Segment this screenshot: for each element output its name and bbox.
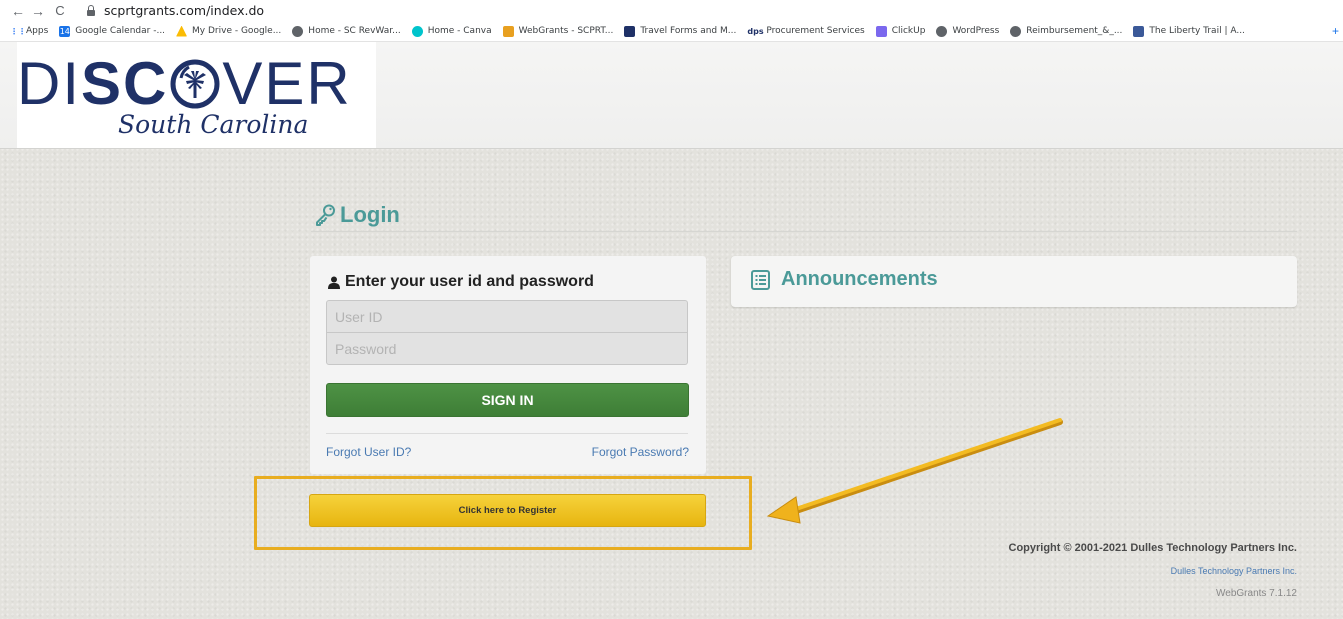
forward-arrow-icon[interactable]: → <box>28 3 48 19</box>
travel-icon <box>624 25 636 37</box>
bookmark-item[interactable]: Home - Canva <box>411 25 492 37</box>
bookmark-item[interactable]: My Drive - Google... <box>176 25 282 37</box>
apps-grid-icon: ⋮⋮ <box>10 26 26 36</box>
login-panel: Enter your user id and password SIGN IN … <box>310 256 706 474</box>
bookmark-label: Apps <box>26 26 49 36</box>
login-panel-heading: Enter your user id and password <box>328 273 594 291</box>
forgot-user-id-link[interactable]: Forgot User ID? <box>326 445 411 459</box>
password-input[interactable] <box>326 332 688 365</box>
bookmark-item[interactable]: WebGrants - SCPRT... <box>502 25 614 37</box>
bookmark-label: The Liberty Trail | A... <box>1149 26 1245 36</box>
calendar-icon: 14 <box>59 25 71 37</box>
bookmark-label: Home - Canva <box>427 26 492 36</box>
bookmark-item[interactable]: The Liberty Trail | A... <box>1133 25 1245 37</box>
bookmark-item[interactable]: 14 Google Calendar -... <box>59 25 166 37</box>
globe-icon <box>936 25 948 37</box>
bookmark-label: Reimbursement_&_... <box>1026 26 1123 36</box>
reload-icon[interactable]: C <box>50 3 70 18</box>
logo-wordmark: DI SC VER <box>17 54 352 114</box>
user-id-input[interactable] <box>326 300 688 333</box>
bookmark-label: Google Calendar -... <box>75 26 166 36</box>
bookmark-label: WebGrants - SCPRT... <box>518 26 614 36</box>
login-heading: Login <box>313 202 400 228</box>
company-link[interactable]: Dulles Technology Partners Inc. <box>1171 566 1297 576</box>
more-bookmarks-icon[interactable]: + <box>1332 24 1339 38</box>
bookmark-label: Home - SC RevWar... <box>308 26 401 36</box>
dps-icon: dps <box>747 26 764 36</box>
globe-icon <box>292 25 304 37</box>
heading-divider <box>311 231 1297 232</box>
logo-text-part-2: SC <box>81 50 169 117</box>
bookmarks-bar: ⋮⋮ Apps 14 Google Calendar -... My Drive - G… <box>0 21 1343 42</box>
login-title-text: Login <box>340 202 400 227</box>
canva-icon <box>411 25 423 37</box>
page-body: DI SC VER South Carolina Login Enter you… <box>0 42 1343 619</box>
address-bar-url: scprtgrants.com/index.do <box>104 3 265 18</box>
bookmark-label: Procurement Services <box>766 26 865 36</box>
announcements-heading: Announcements <box>751 268 938 291</box>
webgrants-icon <box>502 25 514 37</box>
announcements-title: Announcements <box>781 268 938 290</box>
clickup-icon <box>875 25 887 37</box>
bookmark-item[interactable]: ClickUp <box>875 25 926 37</box>
logo-subtitle: South Carolina <box>118 110 309 139</box>
sign-in-button[interactable]: SIGN IN <box>326 383 689 417</box>
palmetto-moon-icon <box>170 59 220 109</box>
bookmark-item[interactable]: dps Procurement Services <box>747 26 864 37</box>
drive-icon <box>176 25 188 37</box>
list-document-icon <box>751 269 770 290</box>
login-panel-heading-text: Enter your user id and password <box>345 273 594 290</box>
version-text: WebGrants 7.1.12 <box>1216 588 1297 599</box>
key-icon <box>316 204 335 226</box>
bookmark-item[interactable]: ⋮⋮ Apps <box>10 26 48 37</box>
announcements-panel: Announcements <box>731 256 1297 307</box>
bookmark-item[interactable]: WordPress <box>936 25 1000 37</box>
bookmark-item[interactable]: Home - SC RevWar... <box>292 25 401 37</box>
logo-text-part-3: VER <box>222 50 352 117</box>
bookmark-item[interactable]: Travel Forms and M... <box>624 25 737 37</box>
register-button[interactable]: Click here to Register <box>309 494 706 527</box>
bookmark-item[interactable]: Reimbursement_&_... <box>1010 25 1123 37</box>
bookmark-label: WordPress <box>952 26 1000 36</box>
bookmark-label: ClickUp <box>891 26 926 36</box>
browser-toolbar: ← → C scprtgrants.com/index.do <box>0 0 1343 21</box>
user-icon <box>328 276 340 289</box>
globe-icon <box>1010 25 1022 37</box>
liberty-icon <box>1133 25 1145 37</box>
discover-south-carolina-logo[interactable]: DI SC VER South Carolina <box>17 42 376 148</box>
forgot-password-link[interactable]: Forgot Password? <box>592 445 689 459</box>
bookmark-label: Travel Forms and M... <box>640 26 737 36</box>
copyright-text: Copyright © 2001-2021 Dulles Technology … <box>1008 542 1298 554</box>
logo-text-part-1: DI <box>17 50 81 117</box>
bookmark-label: My Drive - Google... <box>192 26 282 36</box>
back-arrow-icon[interactable]: ← <box>8 3 28 19</box>
lock-icon <box>87 4 95 16</box>
panel-divider <box>326 433 688 434</box>
site-header: DI SC VER South Carolina <box>0 42 1343 149</box>
address-bar[interactable]: scprtgrants.com/index.do <box>84 2 264 20</box>
